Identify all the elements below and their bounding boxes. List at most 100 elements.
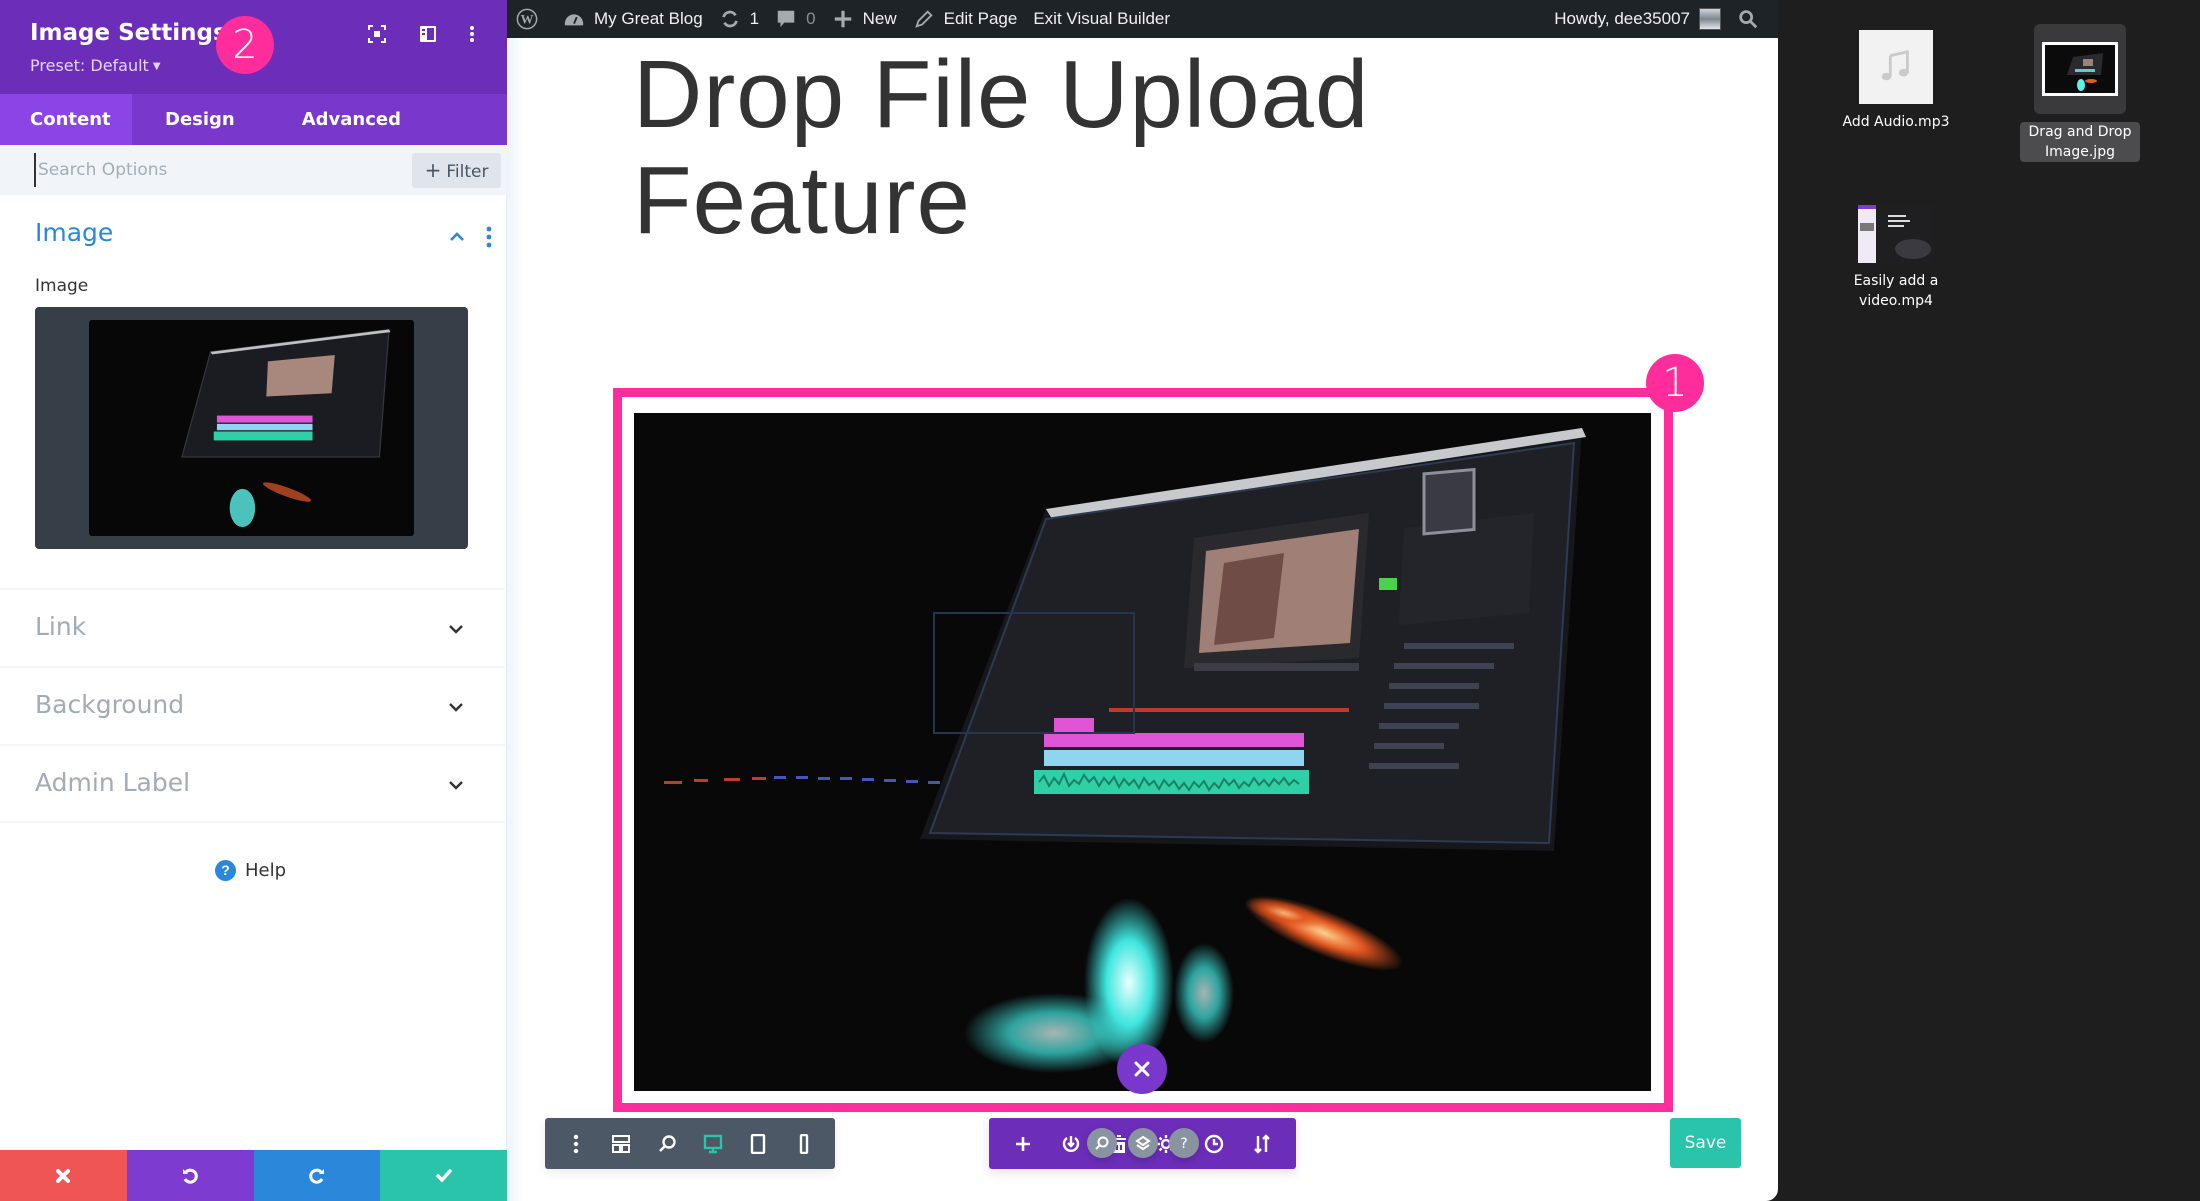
more-vertical-icon[interactable]: [460, 22, 484, 46]
svg-text:W: W: [521, 13, 534, 27]
section-title-image[interactable]: Image: [35, 218, 113, 247]
desktop-file-audio[interactable]: Add Audio.mp3: [1826, 30, 1966, 132]
search-icon: [1095, 1136, 1109, 1150]
close-icon: [1134, 1061, 1150, 1077]
more-vertical-icon: [573, 1134, 579, 1153]
phone-view-icon: [799, 1133, 809, 1154]
search-icon: [1739, 10, 1758, 29]
tab-content[interactable]: Content: [0, 94, 132, 145]
section-background[interactable]: Background: [0, 668, 505, 745]
file-name: Easily add a video.mp4: [1853, 273, 1939, 309]
comments-link[interactable]: 0: [767, 0, 823, 38]
layers-button[interactable]: [1128, 1128, 1158, 1158]
view-mode-toolbar: [545, 1118, 835, 1169]
new-content-link[interactable]: New: [824, 0, 905, 38]
chevron-down-icon: [449, 625, 463, 634]
undo-icon: [183, 1168, 198, 1184]
page-settings-icon: [1254, 1133, 1270, 1154]
find-button[interactable]: [1087, 1128, 1117, 1158]
add-button[interactable]: [1011, 1132, 1035, 1156]
wp-admin-bar: W My Great Blog 1 0 New Edit Page Exit V…: [507, 0, 1778, 38]
howdy-label: Howdy, dee35007: [1554, 9, 1690, 28]
account-menu[interactable]: Howdy, dee35007: [1546, 0, 1729, 38]
section-more-icon[interactable]: [486, 226, 492, 248]
image-upload-preview[interactable]: [35, 307, 468, 549]
admin-bar-right: Howdy, dee35007: [1546, 0, 1778, 38]
desktop-file-image[interactable]: Drag and Drop Image.jpg: [2010, 24, 2150, 162]
portability-icon: [1062, 1135, 1079, 1152]
tab-advanced[interactable]: Advanced: [268, 94, 431, 145]
exit-visual-builder-link[interactable]: Exit Visual Builder: [1025, 0, 1178, 38]
phone-view-button[interactable]: [792, 1132, 816, 1156]
image-file-icon: [2042, 42, 2118, 96]
zoom-view-button[interactable]: [655, 1132, 679, 1156]
file-name: Drag and Drop Image.jpg: [2020, 122, 2140, 162]
discard-button[interactable]: [0, 1150, 127, 1201]
save-button[interactable]: Save: [1670, 1118, 1741, 1168]
sidebar-header: Image Settings Preset: Default ▼ 2: [0, 0, 507, 94]
desktop-view-icon: [703, 1134, 722, 1153]
split-view-icon[interactable]: [416, 22, 440, 46]
desktop-view-button[interactable]: [701, 1132, 725, 1156]
page-heading[interactable]: Drop File Upload Feature: [633, 42, 1533, 254]
pencil-icon: [914, 10, 933, 28]
updates-link[interactable]: 1: [711, 0, 767, 38]
plus-icon: +: [424, 158, 442, 182]
wordpress-menu[interactable]: W: [507, 0, 555, 38]
video-file-icon: [1858, 205, 1934, 263]
search-options-input[interactable]: [34, 153, 394, 187]
sidebar-footer: [0, 1150, 507, 1201]
admin-search-button[interactable]: [1729, 0, 1778, 38]
comment-icon: [777, 10, 795, 28]
annotation-badge-2: 2: [216, 16, 274, 74]
view-more-button[interactable]: [564, 1132, 588, 1156]
canvas-edge-shadow: [507, 38, 525, 1201]
edit-page-link[interactable]: Edit Page: [905, 0, 1026, 38]
help-button[interactable]: ?: [1169, 1128, 1199, 1158]
section-admin-label[interactable]: Admin Label: [0, 746, 505, 823]
chevron-down-icon: [449, 703, 463, 712]
help-label: Help: [245, 860, 287, 881]
image-thumbnail: [89, 320, 414, 536]
laptop-photo-thumbnail: [89, 320, 414, 536]
filter-label: Filter: [446, 162, 489, 182]
focus-mode-icon[interactable]: [365, 22, 389, 46]
help-link[interactable]: ? Help: [215, 860, 286, 881]
tab-design[interactable]: Design: [132, 94, 268, 145]
site-name: My Great Blog: [594, 9, 703, 28]
zoom-icon: [659, 1134, 676, 1152]
layers-icon: [1135, 1135, 1151, 1151]
history-button[interactable]: [1202, 1132, 1226, 1156]
exit-label: Exit Visual Builder: [1033, 9, 1171, 28]
search-bar: +Filter: [0, 145, 507, 195]
image-module[interactable]: [634, 413, 1651, 1091]
sidebar-title: Image Settings: [30, 20, 227, 46]
screen: Image Settings Preset: Default ▼ 2 Conten…: [0, 0, 2200, 1201]
desktop-file-video[interactable]: Easily add a video.mp4: [1826, 205, 1966, 311]
section-link[interactable]: Link: [0, 590, 505, 667]
laptop-photo: [634, 413, 1651, 1091]
help-icon: ?: [215, 860, 236, 881]
section-divider: [0, 821, 505, 823]
section-background-label: Background: [35, 690, 185, 719]
avatar: [1699, 8, 1721, 30]
sort-button[interactable]: [1250, 1132, 1274, 1156]
portability-button[interactable]: [1059, 1132, 1083, 1156]
wireframe-view-button[interactable]: [609, 1132, 633, 1156]
wireframe-icon: [612, 1134, 631, 1153]
tablet-view-button[interactable]: [746, 1132, 770, 1156]
svg-text:?: ?: [1180, 1136, 1187, 1151]
image-field-label: Image: [35, 276, 89, 296]
confirm-button[interactable]: [380, 1150, 507, 1201]
undo-button[interactable]: [126, 1150, 254, 1201]
image-file-selection: [2034, 24, 2126, 114]
close-module-button[interactable]: [1117, 1044, 1167, 1094]
redo-icon: [309, 1168, 324, 1184]
site-name-link[interactable]: My Great Blog: [555, 0, 711, 38]
chevron-up-icon[interactable]: [448, 228, 466, 246]
section-admin-label-label: Admin Label: [35, 768, 191, 797]
filter-button[interactable]: + Filter: [412, 153, 501, 188]
preset-dropdown[interactable]: Preset: Default ▼: [30, 56, 161, 75]
comments-count: 0: [806, 9, 816, 28]
redo-button[interactable]: [253, 1150, 381, 1201]
